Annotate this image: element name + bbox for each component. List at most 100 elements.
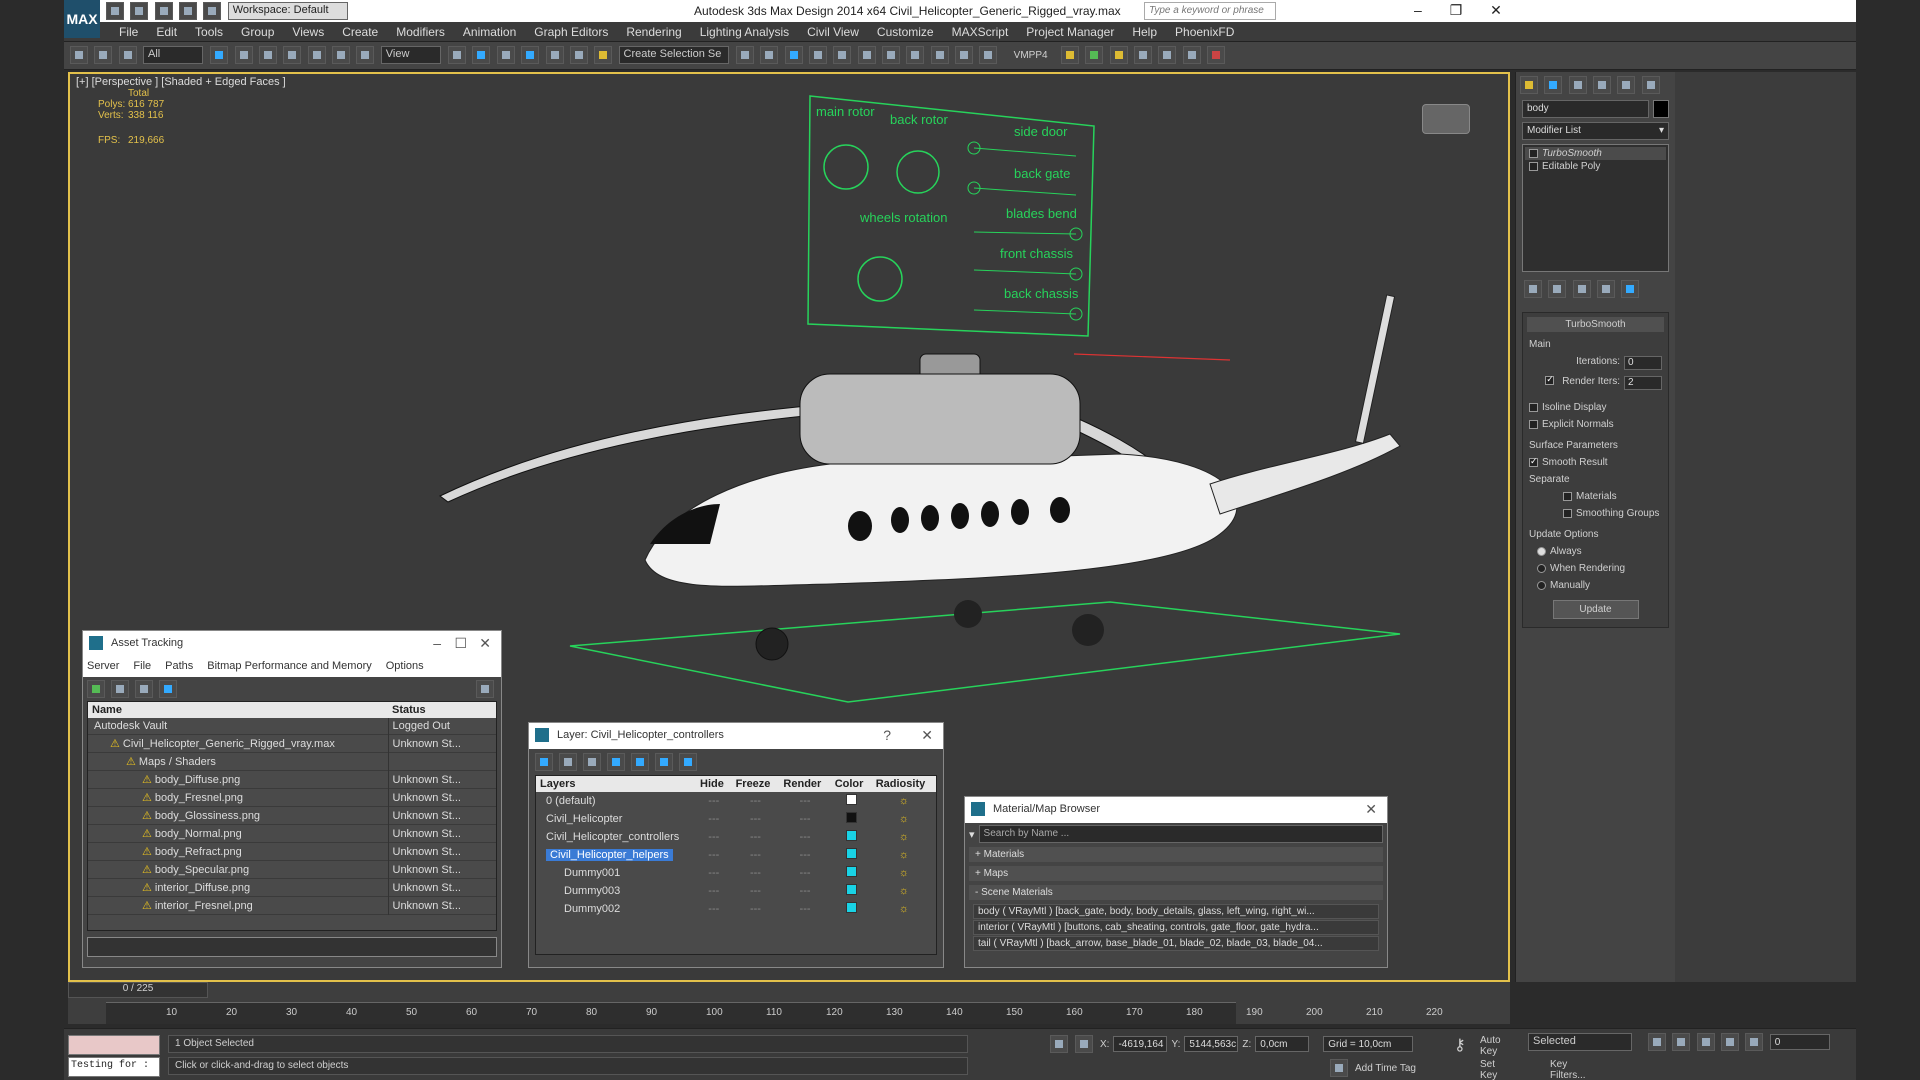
close-icon[interactable]: ✕ (479, 635, 491, 652)
undo-icon[interactable] (179, 2, 198, 20)
light-icon[interactable] (1109, 46, 1128, 64)
configure-sets-icon[interactable] (1621, 280, 1640, 298)
hide-toggle[interactable]: --- (696, 828, 732, 846)
grid-icon[interactable] (1133, 46, 1152, 64)
create-layer-icon[interactable] (535, 753, 553, 771)
layer-column-header[interactable]: Render (779, 776, 830, 792)
material-group-header[interactable]: + Maps (969, 866, 1383, 881)
layer-column-header[interactable]: Layers (536, 776, 696, 792)
image-icon[interactable] (1085, 46, 1104, 64)
object-name-field[interactable]: body (1522, 100, 1649, 118)
y-coordinate-field[interactable]: 5144,563c (1184, 1036, 1239, 1052)
layer-row[interactable]: Civil_Helicopter_controllers --- --- --- ☼ (536, 828, 936, 846)
keyboard-shortcut-icon[interactable] (496, 46, 515, 64)
pivot-icon[interactable] (448, 46, 467, 64)
layer-color-swatch[interactable] (845, 848, 857, 859)
minimize-icon[interactable]: – (433, 635, 441, 651)
minimize-icon[interactable]: – (1414, 2, 1422, 18)
set-key-button[interactable]: Set Key (1480, 1059, 1497, 1080)
link-icon[interactable] (70, 46, 88, 64)
asset-row[interactable]: ⚠ Civil_Helicopter_Generic_Rigged_vray.ma… (88, 734, 496, 753)
when-rendering-radio[interactable] (1537, 563, 1546, 573)
help-icon[interactable] (476, 680, 494, 698)
asset-row[interactable]: ⚠ body_Glossiness.png Unknown St... (88, 806, 496, 825)
radiosity-icon[interactable]: ☼ (872, 900, 936, 918)
hide-toggle[interactable]: --- (696, 900, 732, 918)
layer-row[interactable]: Civil_Helicopter --- --- --- ☼ (536, 810, 936, 828)
hide-toggle[interactable]: --- (696, 792, 732, 810)
material-editor-icon[interactable] (881, 46, 900, 64)
bind-spacewarp-icon[interactable] (118, 46, 137, 64)
maxscript-listener-input[interactable]: Testing for : (68, 1057, 160, 1077)
hide-toggle[interactable]: --- (696, 846, 732, 864)
mirror-icon[interactable] (735, 46, 754, 64)
teapot-icon[interactable] (1182, 46, 1201, 64)
curve-editor-icon[interactable] (833, 46, 852, 64)
hide-toggle[interactable]: --- (696, 810, 732, 828)
scene-material-item[interactable]: interior ( VRayMtl ) [buttons, cab_sheat… (973, 920, 1379, 935)
menu-item[interactable]: MAXScript (943, 22, 1018, 42)
asset-menu-item[interactable]: Server (87, 660, 119, 672)
separate-materials-checkbox[interactable] (1563, 491, 1572, 501)
freeze-toggle[interactable]: --- (732, 810, 780, 828)
time-slider[interactable]: 0 / 225 (68, 982, 208, 998)
hide-all-layers-icon[interactable] (655, 753, 674, 771)
menu-item[interactable]: Civil View (798, 22, 868, 42)
details-view-icon[interactable] (135, 680, 154, 698)
menu-item[interactable]: Graph Editors (525, 22, 617, 42)
asset-row[interactable]: ⚠ interior_Fresnel.png Unknown St... (88, 896, 496, 915)
iterations-spinner[interactable]: 0 (1624, 356, 1662, 370)
pin-stack-icon[interactable] (1524, 280, 1542, 298)
layer-row[interactable]: 0 (default) --- --- --- ☼ (536, 792, 936, 810)
highlight-layer-icon[interactable] (631, 753, 650, 771)
stack-item-editable-poly[interactable]: Editable Poly (1525, 160, 1666, 173)
asset-row[interactable]: ⚠ body_Fresnel.png Unknown St... (88, 788, 496, 807)
render-toggle[interactable]: --- (779, 900, 830, 918)
percent-snap-icon[interactable] (569, 46, 588, 64)
remove-modifier-icon[interactable] (1597, 280, 1616, 298)
select-by-name-icon[interactable] (234, 46, 253, 64)
radiosity-icon[interactable]: ☼ (872, 864, 936, 882)
layer-row[interactable]: Dummy003 --- --- --- ☼ (536, 882, 936, 900)
smoothing-groups-checkbox[interactable] (1563, 508, 1572, 518)
menu-item[interactable]: PhoenixFD (1166, 22, 1243, 42)
expand-icon[interactable] (1529, 161, 1538, 171)
lightbulb-icon[interactable] (1529, 148, 1538, 158)
scale-icon[interactable] (356, 46, 375, 64)
select-object-icon[interactable] (210, 46, 229, 64)
render-setup-icon[interactable] (906, 46, 925, 64)
time-tag-icon[interactable] (1330, 1059, 1348, 1077)
close-icon[interactable]: ✕ (921, 727, 933, 744)
next-frame-icon[interactable] (1721, 1033, 1740, 1051)
align-icon[interactable] (760, 46, 779, 64)
asset-menu-item[interactable]: Bitmap Performance and Memory (207, 660, 371, 672)
layer-row[interactable]: Civil_Helicopter_helpers --- --- --- ☼ (536, 846, 936, 864)
radiosity-icon[interactable]: ☼ (872, 882, 936, 900)
isoline-checkbox[interactable] (1529, 402, 1538, 412)
menu-item[interactable]: Modifiers (387, 22, 454, 42)
lock-selection-icon[interactable] (1050, 1035, 1068, 1053)
help-icon[interactable]: ? (883, 727, 891, 743)
rendered-frame-icon[interactable] (930, 46, 949, 64)
layer-column-header[interactable]: Freeze (732, 776, 780, 792)
rotate-icon[interactable] (332, 46, 351, 64)
close-icon[interactable]: ✕ (1490, 2, 1502, 18)
key-filters-button[interactable]: Key Filters... (1550, 1059, 1586, 1080)
radiosity-icon[interactable]: ☼ (872, 792, 936, 810)
material-search-input[interactable]: Search by Name ... (978, 825, 1383, 843)
hide-toggle[interactable]: --- (696, 864, 732, 882)
close-icon[interactable]: ✕ (1365, 801, 1377, 818)
layer-color-swatch[interactable] (845, 794, 857, 805)
delete-layer-icon[interactable] (559, 753, 578, 771)
warning-icon[interactable] (1060, 46, 1079, 64)
graphite-icon[interactable] (808, 46, 827, 64)
scene-material-item[interactable]: tail ( VRayMtl ) [back_arrow, base_blade… (973, 936, 1379, 951)
open-file-icon[interactable] (130, 2, 149, 20)
asset-tracking-titlebar[interactable]: Asset Tracking – ☐ ✕ (83, 631, 501, 657)
play-icon[interactable] (1696, 1033, 1715, 1051)
menu-item[interactable]: Group (232, 22, 283, 42)
layer-color-swatch[interactable] (845, 866, 857, 877)
menu-item[interactable]: Help (1123, 22, 1166, 42)
render-icon[interactable] (954, 46, 973, 64)
move-icon[interactable] (307, 46, 326, 64)
